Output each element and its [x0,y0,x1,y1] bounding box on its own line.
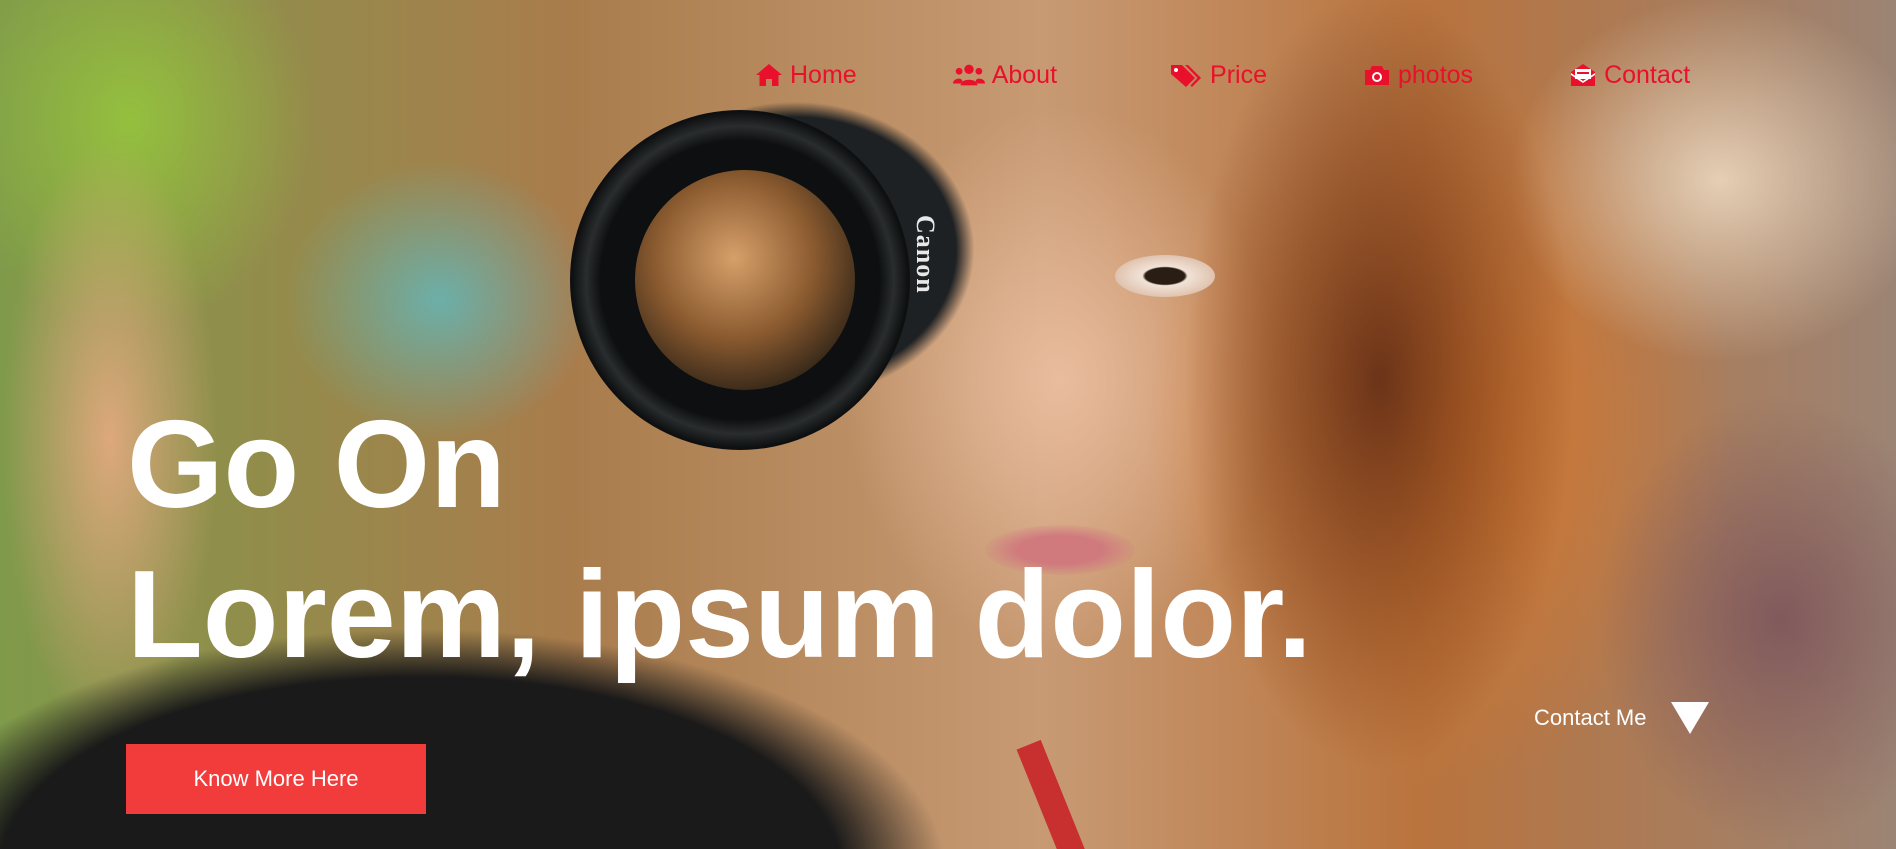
hero-headline-line2: Lorem, ipsum dolor. [127,546,1313,684]
contact-me-link[interactable]: Contact Me [1534,702,1709,734]
hero-section: Canon Home About Price photos Contact Go… [0,0,1896,849]
photo-strap [1016,739,1090,849]
nav-item-price[interactable]: Price [1169,61,1267,90]
nav-home-label: Home [790,60,857,89]
photo-eye [1115,255,1215,297]
nav-item-home[interactable]: Home [755,61,857,90]
nav-item-photos[interactable]: photos [1363,61,1473,90]
home-icon [756,64,782,86]
nav-price-label: Price [1210,60,1267,89]
nav-contact-label: Contact [1604,60,1691,89]
nav-item-about[interactable]: About [952,60,1058,90]
envelope-open-icon [1571,64,1596,86]
contact-me-label: Contact Me [1534,705,1647,730]
nav-photos-label: photos [1398,60,1474,89]
know-more-button[interactable]: Know More Here [126,744,426,814]
users-icon [952,64,985,86]
triangle-down-icon [1670,702,1709,734]
nav-item-contact[interactable]: Contact [1569,61,1690,90]
camera-icon [1365,66,1389,85]
hero-headline-line1: Go On [127,396,506,534]
tags-icon [1171,65,1202,87]
camera-brand-label: Canon [911,215,940,294]
photo-camera-body [560,60,1030,440]
photo-lens-glass [635,170,855,390]
hero-headline: Go On Lorem, ipsum dolor. [127,390,1312,690]
nav-about-label: About [991,60,1058,89]
main-nav: Home About Price photos Contact [755,58,1690,92]
